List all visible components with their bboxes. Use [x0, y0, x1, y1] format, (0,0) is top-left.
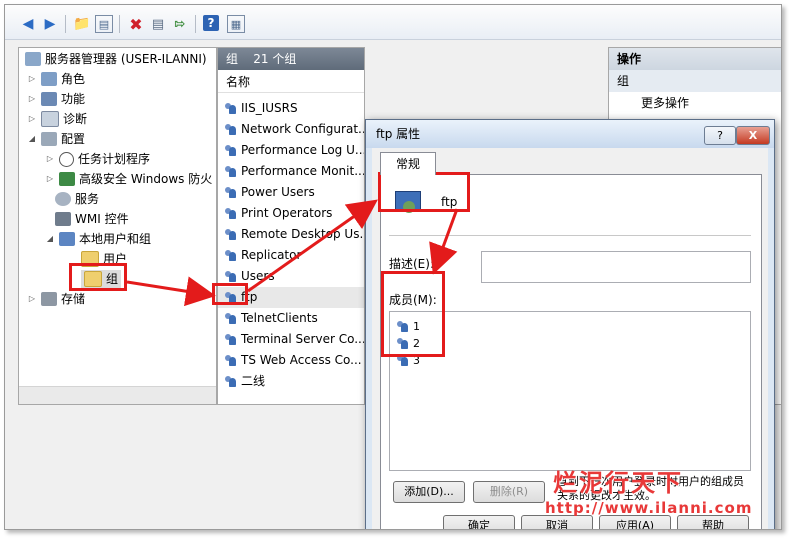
arrow-to-members [429, 208, 459, 275]
server-manager-window: ◀ ▶ 📁 ▤ ✖ ▤ ⇰ ? ▦ 服务器管理器 (USER-ILANNI) ▷… [4, 4, 782, 530]
watermark-url: http://www.ilanni.com [545, 499, 753, 517]
arrow-to-ftp-row [126, 276, 216, 307]
tab-general[interactable]: 常规 [380, 152, 436, 175]
arrow-to-dialog [247, 199, 378, 293]
annotation-arrows [126, 199, 459, 307]
watermark-brand: 烂泥行天下 [553, 469, 683, 497]
